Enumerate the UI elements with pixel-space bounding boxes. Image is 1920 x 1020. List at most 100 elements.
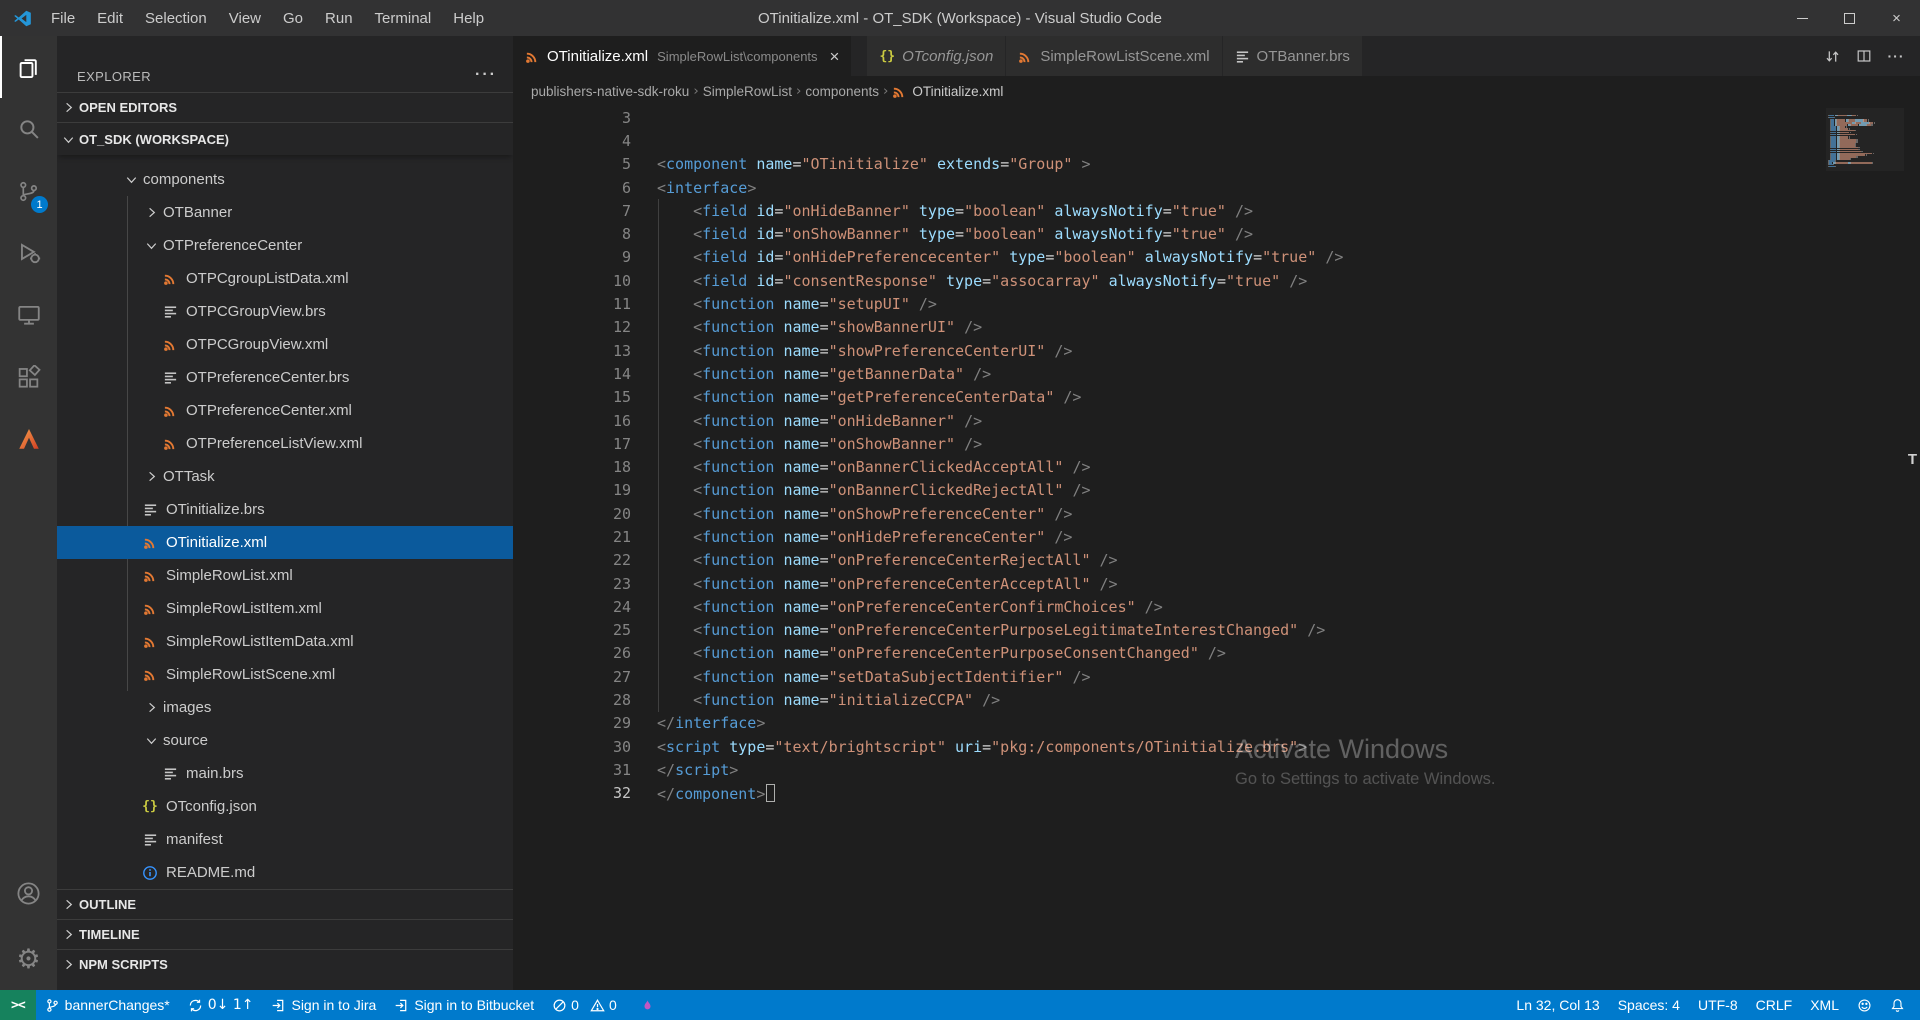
activity-remote-explorer[interactable] (0, 284, 57, 346)
xml-file-icon (141, 568, 159, 583)
workspace-section[interactable]: OT_SDK (WORKSPACE) (57, 122, 513, 155)
activity-accounts[interactable] (0, 862, 57, 924)
tree-item-label: OTPreferenceCenter (163, 237, 302, 254)
status-flame[interactable] (632, 990, 663, 1020)
status-encoding[interactable]: UTF-8 (1689, 990, 1747, 1020)
status-branch[interactable]: bannerChanges* (36, 990, 179, 1020)
activity-settings[interactable]: ⚙ (0, 928, 57, 990)
status-feedback[interactable] (1848, 990, 1881, 1020)
status-signin-bitbucket[interactable]: Sign in to Bitbucket (385, 990, 543, 1020)
menu-edit[interactable]: Edit (86, 0, 134, 36)
tree-item-label: main.brs (186, 765, 244, 782)
tree-item-otpreferencecenter-xml[interactable]: OTPreferenceCenter.xml (57, 394, 513, 427)
tree-item-otpcgroupview-brs[interactable]: OTPCGroupView.brs (57, 295, 513, 328)
tab-otbanner-brs[interactable]: OTBanner.brs (1223, 36, 1363, 76)
tree-item-otinitialize-xml[interactable]: OTinitialize.xml (57, 526, 513, 559)
tree-item-manifest[interactable]: manifest (57, 823, 513, 856)
info-file-icon (141, 865, 159, 881)
tree-item-otpcgroupview-xml[interactable]: OTPCGroupView.xml (57, 328, 513, 361)
status-remote[interactable]: >< (0, 990, 36, 1020)
line-content: <function name="onPreferenceCenterPurpos… (657, 644, 1226, 662)
status-indentation[interactable]: Spaces: 4 (1609, 990, 1689, 1020)
explorer-more-actions-icon[interactable]: ··· (475, 66, 497, 84)
section-timeline[interactable]: TIMELINE (57, 919, 513, 949)
maximize-button[interactable] (1826, 0, 1873, 36)
menu-help[interactable]: Help (442, 0, 495, 36)
activity-search[interactable] (0, 98, 57, 160)
activity-explorer[interactable] (0, 36, 57, 98)
activity-extensions[interactable] (0, 346, 57, 408)
scm-badge: 1 (31, 196, 48, 213)
minimap[interactable] (1826, 108, 1904, 171)
code-line-32: 32</component> (513, 782, 1920, 805)
tree-item-simplerowlistitem-xml[interactable]: SimpleRowListItem.xml (57, 592, 513, 625)
tree-item-label: manifest (166, 831, 223, 848)
chevron-right-icon (141, 205, 161, 220)
section-outline[interactable]: OUTLINE (57, 889, 513, 919)
tree-item-main-brs[interactable]: main.brs (57, 757, 513, 790)
line-number: 29 (513, 714, 631, 732)
tab-label: OTinitialize.xml (547, 48, 648, 65)
menu-terminal[interactable]: Terminal (364, 0, 443, 36)
tree-item-ottask[interactable]: OTTask (57, 460, 513, 493)
activity-atlassian[interactable] (0, 408, 57, 470)
status-notifications[interactable] (1881, 990, 1914, 1020)
breadcrumb-file-label: OTinitialize.xml (912, 84, 1003, 99)
tree-item-components[interactable]: components (57, 163, 513, 196)
line-number: 21 (513, 528, 631, 546)
tab-otconfig-json[interactable]: {}OTconfig.json (867, 36, 1006, 76)
breadcrumb-item[interactable]: publishers-native-sdk-roku (531, 84, 689, 99)
status-eol[interactable]: CRLF (1747, 990, 1802, 1020)
status-bar: ><bannerChanges*0↓ 1↑Sign in to JiraSign… (0, 990, 1920, 1020)
more-actions-icon[interactable]: ··· (1880, 36, 1912, 76)
split-editor-icon[interactable] (1848, 36, 1880, 76)
menu-selection[interactable]: Selection (134, 0, 218, 36)
compare-changes-icon[interactable] (1816, 36, 1848, 76)
workspace-label: OT_SDK (WORKSPACE) (79, 132, 229, 147)
tree-item-otpreferencecenter-brs[interactable]: OTPreferenceCenter.brs (57, 361, 513, 394)
open-editors-section[interactable]: OPEN EDITORS (57, 92, 513, 122)
minimize-button[interactable] (1779, 0, 1826, 36)
tree-item-source[interactable]: source (57, 724, 513, 757)
status-problems[interactable]: 00 (543, 990, 632, 1020)
activity-run-debug[interactable] (0, 222, 57, 284)
menu-file[interactable]: File (40, 0, 86, 36)
breadcrumb-file[interactable]: OTinitialize.xml (892, 84, 1003, 99)
status-language-mode[interactable]: XML (1801, 990, 1848, 1020)
tree-item-otinitialize-brs[interactable]: OTinitialize.brs (57, 493, 513, 526)
status-signin-jira[interactable]: Sign in to Jira (262, 990, 385, 1020)
menu-view[interactable]: View (218, 0, 272, 36)
tree-item-label: OTPCgroupListData.xml (186, 270, 349, 287)
tree-item-otpreferencecenter[interactable]: OTPreferenceCenter (57, 229, 513, 262)
explorer-icon (15, 54, 42, 81)
section-npm-scripts[interactable]: NPM SCRIPTS (57, 949, 513, 979)
vscode-window: { "window": { "title": "OTinitialize.xml… (0, 0, 1920, 1020)
tree-item-simplerowlistitemdata-xml[interactable]: SimpleRowListItemData.xml (57, 625, 513, 658)
menu-run[interactable]: Run (314, 0, 364, 36)
code-editor[interactable]: 345<component name="OTinitialize" extend… (513, 106, 1920, 990)
signin-icon (394, 998, 409, 1013)
close-button[interactable]: × (1873, 0, 1920, 36)
breadcrumb-item[interactable]: SimpleRowList (703, 84, 792, 99)
line-content: <function name="setDataSubjectIdentifier… (657, 668, 1091, 686)
status-cursor-position[interactable]: Ln 32, Col 13 (1507, 990, 1608, 1020)
tree-item-otpcgrouplistdata-xml[interactable]: OTPCgroupListData.xml (57, 262, 513, 295)
activity-source-control[interactable]: 1 (0, 160, 57, 222)
tree-item-label: images (163, 699, 211, 716)
code-line-18: 18 <function name="onBannerClickedAccept… (513, 455, 1920, 478)
status-sync[interactable]: 0↓ 1↑ (179, 990, 263, 1020)
breadcrumb-item[interactable]: components (805, 84, 879, 99)
close-tab-icon[interactable]: × (830, 48, 840, 65)
tree-item-otconfig-json[interactable]: {}OTconfig.json (57, 790, 513, 823)
tree-item-simplerowlist-xml[interactable]: SimpleRowList.xml (57, 559, 513, 592)
tab-otinitialize-xml[interactable]: OTinitialize.xmlSimpleRowList\components… (513, 36, 852, 76)
tab-simplerowlistscene-xml[interactable]: SimpleRowListScene.xml (1006, 36, 1222, 76)
tree-item-otbanner[interactable]: OTBanner (57, 196, 513, 229)
tree-item-simplerowlistscene-xml[interactable]: SimpleRowListScene.xml (57, 658, 513, 691)
line-number: 27 (513, 668, 631, 686)
tree-item-readme-md[interactable]: README.md (57, 856, 513, 889)
menu-go[interactable]: Go (272, 0, 314, 36)
tree-item-images[interactable]: images (57, 691, 513, 724)
chevron-down-icon (141, 733, 161, 748)
tree-item-otpreferencelistview-xml[interactable]: OTPreferenceListView.xml (57, 427, 513, 460)
